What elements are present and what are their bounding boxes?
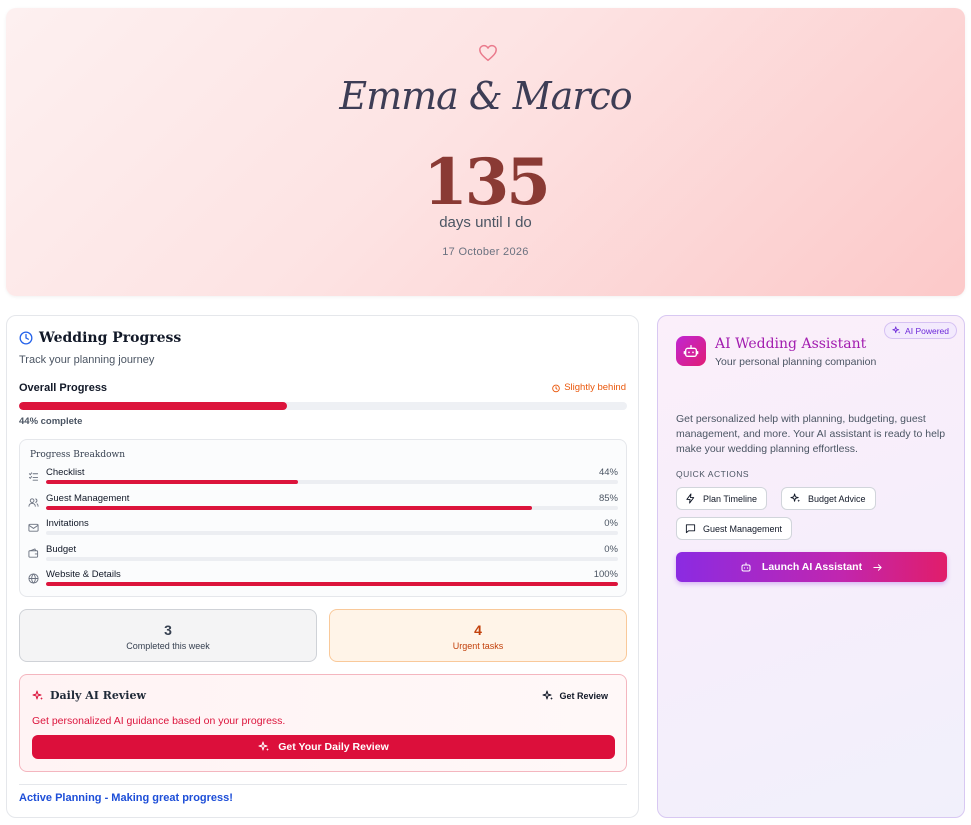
ai-assistant-card: AI Powered AI Wedding Assistant Your per… xyxy=(657,315,965,818)
urgent-label: Urgent tasks xyxy=(452,641,504,651)
breakdown-bar xyxy=(46,480,618,484)
schedule-status-text: Slightly behind xyxy=(564,382,626,393)
users-icon xyxy=(28,498,39,507)
overall-progress-bar xyxy=(19,402,627,410)
wallet-icon xyxy=(28,548,39,558)
breakdown-row-website: Website & Details 100% xyxy=(28,569,618,591)
completed-label: Completed this week xyxy=(126,641,210,651)
breakdown-row-invitations: Invitations 0% xyxy=(28,518,618,540)
countdown-hero: Emma & Marco 135 days until I do 17 Octo… xyxy=(6,8,965,296)
launch-ai-assistant-label: Launch AI Assistant xyxy=(761,561,863,573)
divider xyxy=(19,784,627,785)
get-review-label: Get Review xyxy=(559,691,608,701)
sparkles-icon xyxy=(790,493,801,503)
countdown-label: days until I do xyxy=(439,214,532,231)
arrow-right-icon xyxy=(873,563,882,571)
guest-management-label: Guest Management xyxy=(703,523,783,534)
breakdown-row-guest-management: Guest Management 85% xyxy=(28,493,618,515)
budget-advice-button[interactable]: Budget Advice xyxy=(781,487,876,510)
overall-progress-percent: 44% complete xyxy=(19,416,83,427)
ai-assistant-title: AI Wedding Assistant xyxy=(715,336,867,352)
breakdown-label: Guest Management xyxy=(46,493,130,504)
plan-timeline-button[interactable]: Plan Timeline xyxy=(676,487,768,510)
breakdown-percent: 0% xyxy=(604,518,618,529)
breakdown-label: Invitations xyxy=(46,518,89,529)
wedding-date: 17 October 2026 xyxy=(442,246,529,258)
progress-title: Wedding Progress xyxy=(39,330,182,346)
daily-review-description: Get personalized AI guidance based on yo… xyxy=(32,715,286,727)
daily-ai-review: Daily AI Review Get Review Get personali… xyxy=(19,674,627,772)
breakdown-percent: 100% xyxy=(593,569,618,580)
breakdown-bar-fill xyxy=(46,582,618,586)
breakdown-label: Budget xyxy=(46,544,77,555)
globe-icon xyxy=(28,573,39,584)
ai-powered-label: AI Powered xyxy=(905,325,949,336)
daily-review-title: Daily AI Review xyxy=(50,689,146,702)
sparkles-icon xyxy=(32,690,43,700)
breakdown-bar xyxy=(46,557,618,561)
urgent-count: 4 xyxy=(474,622,482,638)
get-daily-review-button[interactable]: Get Your Daily Review xyxy=(32,735,615,759)
schedule-status: Slightly behind xyxy=(551,382,626,393)
planning-status: Active Planning - Making great progress! xyxy=(19,792,233,804)
breakdown-bar xyxy=(46,582,618,586)
breakdown-row-checklist: Checklist 44% xyxy=(28,467,618,489)
heart-icon xyxy=(479,44,497,62)
daily-review-header: Daily AI Review xyxy=(32,689,146,702)
overall-progress-fill xyxy=(19,402,287,410)
breakdown-percent: 44% xyxy=(598,467,618,478)
urgent-tasks-stat[interactable]: 4 Urgent tasks xyxy=(329,609,627,662)
bot-icon xyxy=(683,345,699,357)
breakdown-row-budget: Budget 0% xyxy=(28,544,618,566)
breakdown-bar xyxy=(46,531,618,535)
progress-breakdown: Progress Breakdown Checklist 44% Guest M… xyxy=(19,439,627,597)
completed-this-week-stat: 3 Completed this week xyxy=(19,609,317,662)
couple-names: Emma & Marco xyxy=(339,74,632,118)
progress-subtitle: Track your planning journey xyxy=(19,354,155,366)
breakdown-percent: 85% xyxy=(598,493,618,504)
lightning-icon xyxy=(686,493,695,504)
breakdown-bar-fill xyxy=(46,480,298,484)
guest-management-button[interactable]: Guest Management xyxy=(676,517,793,540)
get-review-button[interactable]: Get Review xyxy=(542,690,608,702)
sparkles-icon xyxy=(258,741,270,751)
alarm-clock-icon xyxy=(552,384,560,392)
breakdown-label: Checklist xyxy=(46,467,85,478)
days-countdown: 135 xyxy=(423,145,551,220)
sparkles-icon xyxy=(892,326,901,334)
wedding-progress-card: Wedding Progress Track your planning jou… xyxy=(6,315,639,818)
ai-assistant-subtitle: Your personal planning companion xyxy=(715,356,877,368)
breakdown-percent: 0% xyxy=(604,544,618,555)
ai-avatar xyxy=(676,336,706,366)
breakdown-title: Progress Breakdown xyxy=(30,450,126,460)
daily-review-button-label: Get Your Daily Review xyxy=(278,741,389,753)
breakdown-bar-fill xyxy=(46,506,533,510)
progress-header: Wedding Progress xyxy=(19,330,181,346)
bot-icon xyxy=(741,562,751,572)
ai-powered-badge: AI Powered xyxy=(884,322,957,339)
budget-advice-label: Budget Advice xyxy=(808,493,866,504)
mail-icon xyxy=(28,523,39,532)
ai-assistant-description: Get personalized help with planning, bud… xyxy=(676,413,946,455)
plan-timeline-label: Plan Timeline xyxy=(703,493,758,504)
clock-icon xyxy=(19,331,33,345)
checklist-icon xyxy=(28,472,39,481)
launch-ai-assistant-button[interactable]: Launch AI Assistant xyxy=(676,552,947,582)
breakdown-label: Website & Details xyxy=(46,569,121,580)
sparkles-icon xyxy=(542,690,554,700)
completed-count: 3 xyxy=(164,622,172,638)
quick-actions-label: QUICK ACTIONS xyxy=(676,469,750,479)
overall-progress-label: Overall Progress xyxy=(19,382,108,394)
breakdown-bar xyxy=(46,506,618,510)
chat-icon xyxy=(685,524,696,534)
